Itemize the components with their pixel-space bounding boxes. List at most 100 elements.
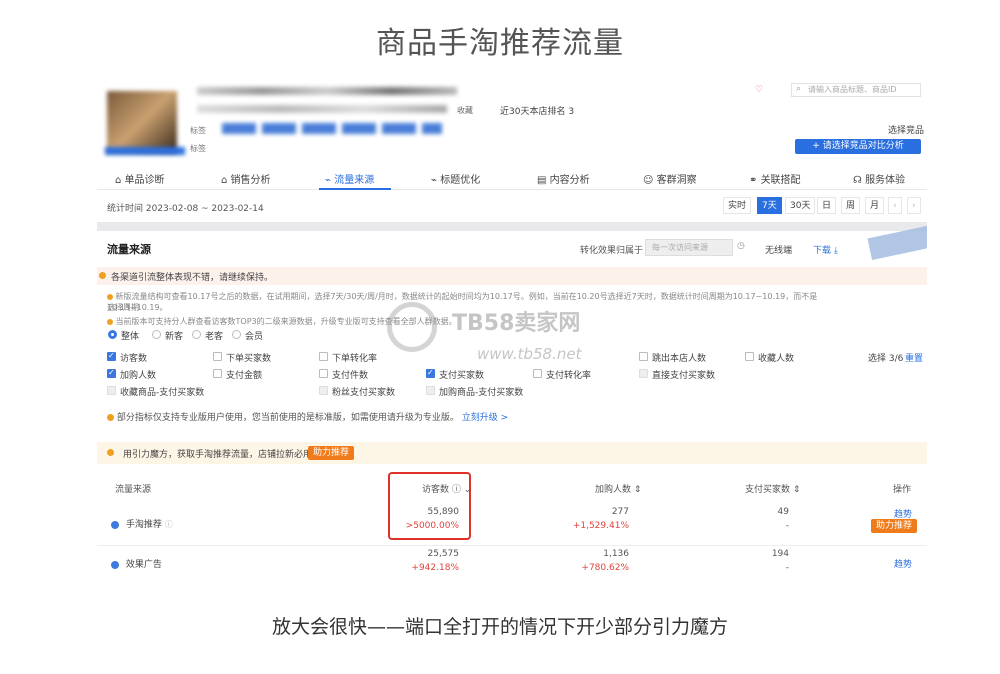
- expand-icon[interactable]: [111, 560, 119, 569]
- buyers-change: -: [785, 563, 789, 573]
- period-month[interactable]: 月: [865, 197, 885, 214]
- radio-member[interactable]: [232, 330, 241, 339]
- radio-label: 整体: [121, 332, 140, 342]
- metric-label: 支付金额: [226, 371, 263, 381]
- col-cart[interactable]: 加购人数 ⇕: [595, 482, 641, 495]
- info-icon: [107, 449, 114, 456]
- store-rank: 近30天本店排名 3: [500, 107, 575, 117]
- tab-title-optimize[interactable]: ⌁ 标题优化: [431, 171, 480, 186]
- upgrade-link[interactable]: 立刻升级 >: [462, 413, 508, 423]
- metric-label: 支付买家数: [439, 371, 485, 381]
- metric-label: 收藏商品-支付买家数: [120, 388, 205, 398]
- date-range: 统计时间 2023-02-08 ~ 2023-02-14: [107, 204, 264, 214]
- next-arrow-icon[interactable]: ›: [907, 197, 921, 214]
- cart-value: 277: [611, 507, 629, 517]
- info-icon: [107, 293, 113, 300]
- help-icon[interactable]: ◷: [737, 241, 745, 251]
- watermark-logo: [387, 302, 437, 352]
- metric-checkbox[interactable]: [213, 369, 222, 378]
- metric-checkbox[interactable]: [426, 386, 435, 395]
- period-day[interactable]: 日: [817, 197, 837, 214]
- metric-label: 下单转化率: [332, 354, 378, 364]
- search-icon: ⌕: [796, 84, 802, 94]
- boost-button[interactable]: 助力推荐: [871, 519, 918, 533]
- active-tab-indicator: [319, 188, 391, 190]
- tab-bar: ⌂ 单品诊断 ⌂ 销售分析 ⌁ 流量来源 ⌁ 标题优化 ▤ 内容分析 ☺ 客群洞…: [97, 164, 927, 190]
- watermark-brand: TB58卖家网: [452, 311, 581, 336]
- period-week[interactable]: 周: [841, 197, 861, 214]
- metric-checkbox[interactable]: [426, 368, 435, 378]
- choose-product-label: 选择竞品: [888, 126, 925, 136]
- tags-blur: [222, 123, 442, 134]
- metric-label: 粉丝支付买家数: [332, 388, 396, 398]
- radio-new[interactable]: [152, 330, 161, 339]
- col-buyers[interactable]: 支付买家数 ⇕: [745, 482, 800, 495]
- doc-icon: ▤: [537, 175, 550, 186]
- metric-checkbox[interactable]: [213, 352, 222, 361]
- metric-checkbox[interactable]: [533, 369, 542, 378]
- sort-icon: ⇕: [792, 485, 801, 495]
- period-30d[interactable]: 30天: [785, 197, 816, 214]
- tab-related[interactable]: ⚭ 关联搭配: [749, 171, 801, 186]
- info-icon: [99, 272, 106, 279]
- highlight-box: [388, 472, 471, 540]
- metric-checkbox[interactable]: [745, 352, 754, 361]
- period-realtime[interactable]: 实时: [723, 197, 752, 214]
- chart-icon: ⌁: [325, 175, 335, 186]
- reset-link[interactable]: 重置: [905, 351, 923, 364]
- tab-product-diagnosis[interactable]: ⌂ 单品诊断: [115, 171, 165, 186]
- metric-label: 支付转化率: [546, 371, 592, 381]
- service-icon: ☊: [853, 175, 866, 186]
- trend-link[interactable]: 趋势: [894, 557, 912, 570]
- metric-label: 加购商品-支付买家数: [439, 388, 524, 398]
- watermark-url: www.tb58.net: [477, 345, 582, 363]
- tab-audience[interactable]: ☺ 客群洞察: [643, 171, 697, 186]
- select-count: 选择 3/6: [868, 354, 904, 364]
- metric-checkbox[interactable]: [319, 386, 328, 395]
- table-row: 效果广告: [111, 557, 162, 570]
- metric-label: 收藏人数: [758, 354, 795, 364]
- cart-change: +1,529.41%: [572, 521, 629, 531]
- radio-old[interactable]: [192, 330, 201, 339]
- metric-checkbox[interactable]: [319, 369, 328, 378]
- row-divider: [97, 545, 927, 546]
- period-7d[interactable]: 7天: [757, 197, 782, 214]
- upsell-banner: 用引力魔方，获取手淘推荐流量，店铺拉新必用。 助力推荐: [97, 442, 927, 464]
- device-select[interactable]: 无线端: [765, 243, 792, 256]
- tab-service[interactable]: ☊ 服务体验: [853, 171, 905, 186]
- prev-arrow-icon[interactable]: ‹: [888, 197, 902, 214]
- sort-icon: ⇕: [633, 485, 642, 495]
- tab-traffic-source[interactable]: ⌁ 流量来源: [325, 171, 374, 186]
- cart-change: +780.62%: [581, 563, 629, 573]
- tab-icon: ⌂: [221, 175, 231, 186]
- expand-icon[interactable]: [111, 520, 119, 529]
- section-title: 流量来源: [107, 243, 151, 256]
- attribution-select[interactable]: 每一次访问来源: [645, 239, 733, 256]
- heart-icon[interactable]: ♡: [755, 85, 763, 95]
- col-action: 操作: [893, 485, 912, 495]
- table-row: 手淘推荐 ⓘ: [111, 517, 173, 530]
- tab-sales[interactable]: ⌂ 销售分析: [221, 171, 271, 186]
- metric-checkbox[interactable]: [107, 351, 116, 361]
- search-input[interactable]: 请输入商品标题、商品ID: [791, 83, 921, 97]
- conversion-label: 转化效果归属于: [580, 246, 644, 256]
- divider-bar: [97, 222, 927, 231]
- visitors-change: +942.18%: [411, 563, 459, 573]
- download-link[interactable]: 下载 ⤓: [813, 243, 838, 256]
- metric-checkbox[interactable]: [319, 352, 328, 361]
- tag-label: 标签: [190, 126, 206, 135]
- metric-checkbox[interactable]: [639, 369, 648, 378]
- boost-button[interactable]: 助力推荐: [308, 446, 355, 460]
- metric-checkbox[interactable]: [107, 368, 116, 378]
- user-icon: ☺: [643, 175, 657, 186]
- tab-content[interactable]: ▤ 内容分析: [537, 171, 590, 186]
- metric-checkbox[interactable]: [639, 352, 648, 361]
- metric-checkbox[interactable]: [107, 386, 116, 395]
- product-subtitle-blur: [197, 105, 447, 113]
- metric-label: 访客数: [120, 354, 148, 364]
- compare-button[interactable]: + 请选择竞品对比分析: [795, 139, 921, 154]
- metric-label: 下单买家数: [226, 354, 272, 364]
- caption: 放大会很快——端口全打开的情况下开少部分引力魔方: [271, 616, 728, 638]
- radio-all[interactable]: [108, 330, 117, 339]
- buyers-value: 49: [777, 507, 789, 517]
